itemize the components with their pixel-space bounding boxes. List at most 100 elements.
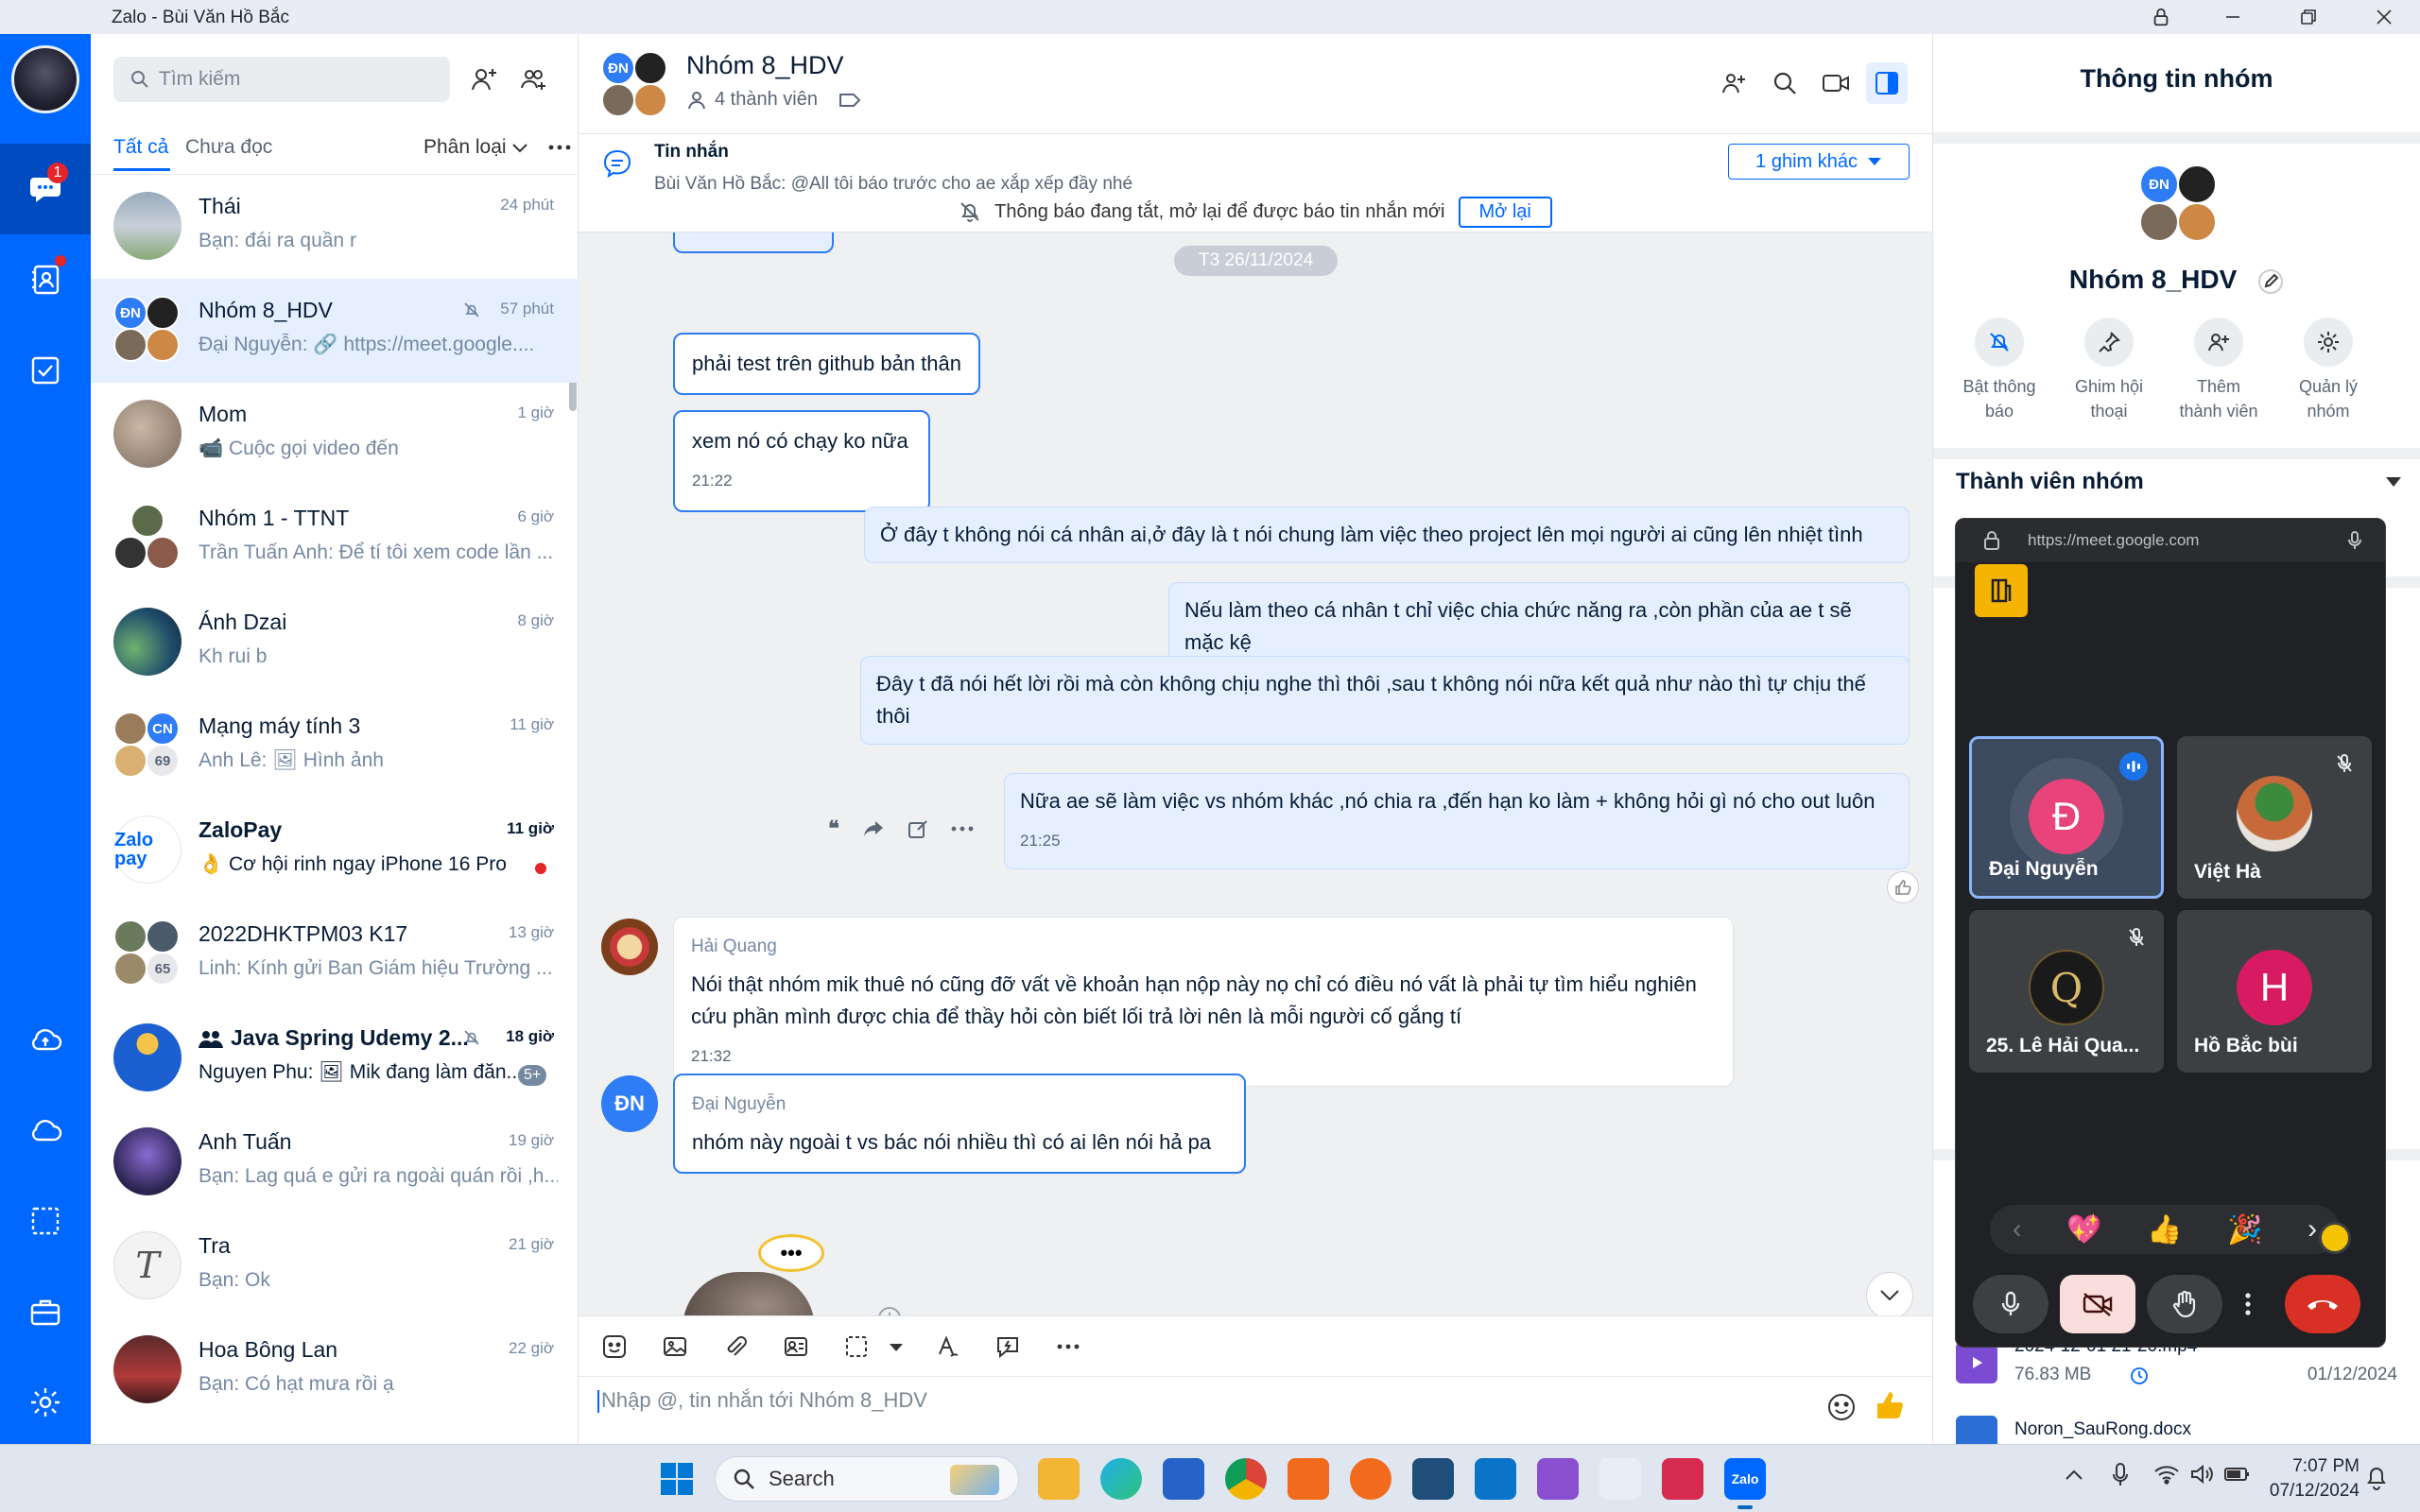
edge-icon[interactable] xyxy=(1100,1458,1142,1500)
participant-tile[interactable]: Việt Hà xyxy=(2177,736,2372,899)
attachment-icon[interactable] xyxy=(718,1330,752,1364)
participant-tile[interactable]: H Hồ Bắc bùi xyxy=(2177,910,2372,1073)
volume-icon[interactable] xyxy=(2189,1464,2214,1485)
classify-dropdown[interactable]: Phân loại xyxy=(424,136,507,159)
reaction-thumbs-up[interactable]: 👍 xyxy=(2147,1213,2182,1246)
tab-all[interactable]: Tất cả xyxy=(113,136,168,159)
message-bubble[interactable]: Nữa ae sẽ làm việc vs nhóm khác ,nó chia… xyxy=(1004,773,1910,869)
minimize-button[interactable] xyxy=(2197,0,2269,34)
raise-hand-button[interactable] xyxy=(2147,1275,2222,1333)
more-pins-button[interactable]: 1 ghim khác xyxy=(1728,144,1910,180)
conversation-item[interactable]: 65 2022DHKTPM03 K17 13 giờ Linh: Kính gử… xyxy=(91,902,579,1006)
tab-unread[interactable]: Chưa đọc xyxy=(185,136,272,159)
mic-icon[interactable] xyxy=(2347,530,2362,551)
reaction-heart[interactable]: 💖 xyxy=(2066,1213,2101,1246)
thumbs-up-icon[interactable] xyxy=(1874,1388,1908,1422)
notification-bell-icon[interactable] xyxy=(2365,1464,2388,1490)
scroll-to-bottom-button[interactable] xyxy=(1866,1272,1913,1319)
mic-icon[interactable] xyxy=(2112,1462,2129,1488)
message-bubble[interactable]: Hải Quang Nói thật nhóm mik thuê nó cũng… xyxy=(673,917,1734,1087)
like-reaction-icon[interactable] xyxy=(1887,871,1919,903)
participant-tile[interactable]: Q 25. Lê Hải Qua... xyxy=(1969,910,2164,1073)
messages-icon[interactable]: 1 xyxy=(0,144,91,234)
text-format-icon[interactable] xyxy=(930,1330,964,1364)
user-avatar[interactable] xyxy=(11,45,79,113)
toggle-info-panel-icon[interactable] xyxy=(1866,62,1908,104)
conversation-item[interactable]: Zalo pay ZaloPay 11 giờ 👌 Cơ hội rinh ng… xyxy=(91,799,579,902)
screenshot-icon[interactable] xyxy=(0,1176,91,1266)
message-bubble[interactable]: Đây t đã nói hết lời rồi mà còn không ch… xyxy=(860,656,1910,745)
conversation-item[interactable]: CN 69 Mạng máy tính 3 11 giờ Anh Lê: 🖼 H… xyxy=(91,695,579,799)
restore-button[interactable] xyxy=(2273,0,2344,34)
contact-card-icon[interactable] xyxy=(779,1330,813,1364)
group-avatar[interactable]: ĐN xyxy=(2139,164,2221,246)
leave-call-button[interactable] xyxy=(2285,1275,2360,1333)
search-icon[interactable] xyxy=(1764,62,1806,104)
conversation-item[interactable]: Nhóm 1 - TTNT 6 giờ Trần Tuấn Anh: Để tí… xyxy=(91,487,579,591)
conversation-item[interactable]: Ánh Dzai 8 giờ Kh rui b xyxy=(91,591,579,695)
pinned-text[interactable]: Bùi Văn Hồ Bắc: @All tôi báo trước cho a… xyxy=(654,174,1132,195)
settings-icon[interactable] xyxy=(0,1357,91,1448)
clock[interactable]: 7:07 PM 07/12/2024 xyxy=(2270,1454,2360,1503)
caret-down-icon[interactable] xyxy=(2385,476,2402,488)
sticker-icon[interactable] xyxy=(597,1330,631,1364)
tag-icon[interactable] xyxy=(838,92,861,109)
zalo-taskbar-icon[interactable]: Zalo xyxy=(1724,1458,1766,1509)
visual-studio-icon[interactable] xyxy=(1537,1458,1579,1500)
battery-icon[interactable] xyxy=(2223,1466,2252,1483)
member-count[interactable]: 4 thành viên xyxy=(686,89,861,111)
sender-avatar[interactable] xyxy=(601,919,658,975)
edit-icon[interactable] xyxy=(2257,268,2284,295)
xampp-icon[interactable] xyxy=(1288,1458,1329,1500)
conversation-item[interactable]: Hoa Bông Lan 22 giờ Bạn: Có hạt mưa rồi … xyxy=(91,1318,579,1422)
cloud-sync-icon[interactable] xyxy=(0,994,91,1085)
todo-icon[interactable] xyxy=(0,325,91,416)
add-friend-icon[interactable] xyxy=(465,60,503,98)
message-bubble-partial[interactable] xyxy=(673,232,834,253)
file-explorer-icon[interactable] xyxy=(1038,1458,1080,1500)
conversation-item[interactable]: T Tra 21 giờ Bạn: Ok xyxy=(91,1214,579,1318)
taskbar-search[interactable]: Search xyxy=(715,1456,1019,1502)
lock-icon[interactable] xyxy=(2125,0,2197,34)
conversation-item-selected[interactable]: ĐN Nhóm 8_HDV 57 phút Đại Nguyễn: 🔗 http… xyxy=(91,279,579,383)
video-call-icon[interactable] xyxy=(1815,62,1857,104)
store-icon[interactable] xyxy=(1163,1458,1204,1500)
start-button[interactable] xyxy=(656,1458,698,1500)
create-group-icon[interactable] xyxy=(514,60,552,98)
group-name[interactable]: Nhóm 8_HDV xyxy=(686,51,844,80)
meet-logo-icon[interactable] xyxy=(1975,564,2028,617)
toggle-notifications-button[interactable]: Bật thông báo xyxy=(1945,318,2054,423)
add-member-icon[interactable] xyxy=(1713,62,1754,104)
reaction-party[interactable]: 🎉 xyxy=(2227,1213,2262,1246)
chrome-icon[interactable] xyxy=(1225,1458,1267,1500)
sender-avatar[interactable]: ĐN xyxy=(601,1075,658,1132)
more-options-button[interactable] xyxy=(2234,1275,2262,1333)
emoji-icon[interactable] xyxy=(1826,1392,1857,1422)
quick-message-icon[interactable] xyxy=(991,1330,1025,1364)
chevron-left-icon[interactable]: ‹ xyxy=(2013,1213,2022,1246)
group-avatar[interactable]: ĐN xyxy=(601,51,669,119)
forward-icon[interactable] xyxy=(862,819,885,838)
message-bubble[interactable]: phải test trên github bản thân xyxy=(673,333,980,395)
more-icon[interactable] xyxy=(951,825,974,833)
quote-icon[interactable]: ❝ xyxy=(828,816,839,841)
file-item[interactable]: 2024-12-01 21-20.mp4 76.83 MB 01/12/2024 xyxy=(1956,1336,2397,1399)
wifi-icon[interactable] xyxy=(2153,1464,2180,1485)
screenshot-icon[interactable] xyxy=(839,1330,873,1364)
jetbrains-icon[interactable] xyxy=(1662,1458,1703,1500)
members-section-header[interactable]: Thành viên nhóm xyxy=(1956,469,2144,495)
add-member-button[interactable]: Thêm thành viên xyxy=(2164,318,2273,423)
participant-tile[interactable]: Đ Đại Nguyễn xyxy=(1969,736,2164,899)
conversation-item[interactable]: Mom 1 giờ 📹 Cuộc gọi video đến xyxy=(91,383,579,487)
pin-conversation-button[interactable]: Ghim hội thoại xyxy=(2054,318,2164,423)
message-input[interactable]: Nhập @, tin nhắn tới Nhóm 8_HDV xyxy=(597,1388,927,1414)
close-button[interactable] xyxy=(2348,0,2420,34)
more-icon[interactable] xyxy=(1051,1330,1085,1364)
conversation-item[interactable]: Anh Tuấn 19 giờ Bạn: Lag quá e gửi ra ng… xyxy=(91,1110,579,1214)
cloud-icon[interactable] xyxy=(0,1085,91,1176)
conversation-item[interactable]: Java Spring Udemy 2... 18 giờ Nguyen Phu… xyxy=(91,1006,579,1110)
chevron-up-icon[interactable] xyxy=(2065,1468,2083,1481)
postman-icon[interactable] xyxy=(1350,1458,1392,1500)
message-bubble[interactable]: xem nó có chạy ko nữa 21:22 xyxy=(673,410,930,512)
message-bubble[interactable]: Ở đây t không nói cá nhân ai,ở đây là t … xyxy=(864,507,1910,563)
